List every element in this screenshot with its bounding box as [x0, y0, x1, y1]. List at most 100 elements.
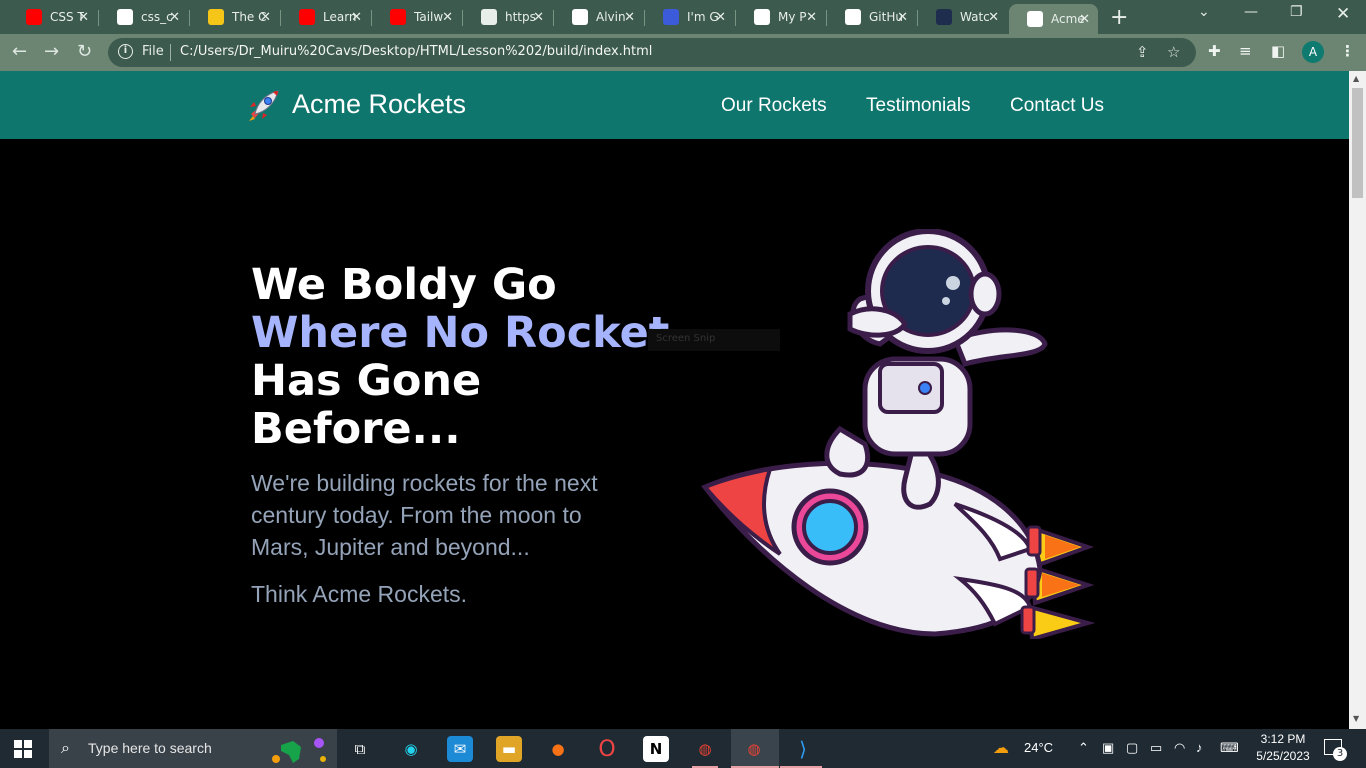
youtube-icon	[299, 9, 315, 25]
close-tab-icon[interactable]: ✕	[351, 10, 362, 25]
github-icon	[845, 9, 861, 25]
notification-count-badge: 3	[1333, 747, 1347, 761]
close-tab-icon[interactable]: ✕	[897, 10, 908, 25]
nav-contact-us[interactable]: Contact Us	[1010, 95, 1104, 117]
close-window-button[interactable]: ✕	[1336, 4, 1350, 24]
browser-toolbar: ← → ↻ i File C:/Users/Dr_Muiru%20Cavs/De…	[0, 34, 1366, 71]
hero-title-line3: Has Gone	[251, 356, 482, 406]
scrollbar-thumb[interactable]	[1352, 88, 1363, 198]
close-tab-icon[interactable]: ✕	[988, 10, 999, 25]
notion-app-icon[interactable]: N	[643, 736, 669, 762]
chatgpt-icon	[481, 9, 497, 25]
system-clock[interactable]: 3:12 PM 5/25/2023	[1255, 731, 1311, 765]
meet-now-icon[interactable]: ▣	[1102, 740, 1114, 756]
restore-button[interactable]: ❐	[1290, 4, 1303, 20]
display-icon[interactable]: ▢	[1126, 740, 1138, 756]
browser-tab[interactable]: The C ✕	[190, 4, 279, 30]
file-explorer-icon[interactable]: ▬	[496, 736, 522, 762]
youtube-icon	[26, 9, 42, 25]
hero-tagline: Think Acme Rockets.	[251, 581, 468, 607]
close-tab-icon[interactable]: ✕	[260, 10, 271, 25]
omnibox-divider	[170, 44, 171, 61]
close-tab-icon[interactable]: ✕	[624, 10, 635, 25]
browser-menu-icon[interactable]: ⋮	[1340, 42, 1355, 60]
side-panel-icon[interactable]: ◧	[1271, 42, 1285, 60]
github-icon	[117, 9, 133, 25]
close-tab-icon[interactable]: ✕	[1079, 12, 1090, 27]
share-icon[interactable]: ⇪	[1136, 43, 1149, 61]
new-tab-button[interactable]: +	[1110, 5, 1128, 30]
tab-search-icon[interactable]: ⌄	[1198, 4, 1210, 20]
reload-button[interactable]: ↻	[77, 41, 92, 62]
scheme-label: File	[142, 44, 164, 59]
astronaut-on-rocket-illustration	[701, 229, 1095, 639]
vscode-app-icon[interactable]: ⟩	[790, 736, 816, 762]
rocket-icon	[1027, 11, 1043, 27]
back-button[interactable]: ←	[12, 41, 27, 62]
browser-tab[interactable]: Watc ✕	[918, 4, 1007, 30]
browser-tab[interactable]: Acme ✕	[1009, 4, 1098, 34]
browser-tab[interactable]: I'm G ✕	[645, 4, 734, 30]
start-button[interactable]	[14, 740, 32, 758]
search-highlight-icon	[272, 738, 326, 763]
edge-app-icon[interactable]: ◉	[398, 736, 424, 762]
close-tab-icon[interactable]: ✕	[442, 10, 453, 25]
nav-our-rockets[interactable]: Our Rockets	[721, 95, 827, 117]
site-icon	[936, 9, 952, 25]
page-viewport: Acme Rockets Our Rockets Testimonials Co…	[0, 71, 1349, 729]
volume-icon[interactable]: ♪	[1196, 740, 1203, 755]
scroll-down-arrow-icon[interactable]: ▼	[1353, 714, 1359, 723]
mail-app-icon[interactable]: ✉	[447, 736, 473, 762]
hero-title-accent: Where No Rocket	[251, 308, 670, 358]
url-text[interactable]: C:/Users/Dr_Muiru%20Cavs/Desktop/HTML/Le…	[180, 44, 652, 59]
profile-avatar[interactable]: A	[1302, 41, 1324, 63]
show-hidden-icons-icon[interactable]: ⌃	[1078, 740, 1089, 756]
opera-app-icon[interactable]: O	[594, 736, 620, 762]
hero-description: We're building rockets for the next cent…	[251, 470, 598, 560]
chrome-app-icon[interactable]: ◍	[692, 736, 718, 762]
browser-tab[interactable]: My P ✕	[736, 4, 825, 30]
close-tab-icon[interactable]: ✕	[78, 10, 89, 25]
minimize-button[interactable]: —	[1244, 4, 1258, 20]
rocket-logo-icon[interactable]	[245, 88, 281, 124]
taskbar-search-box[interactable]: ⌕ Type here to search	[49, 729, 337, 768]
close-tab-icon[interactable]: ✕	[806, 10, 817, 25]
browser-tab[interactable]: GitHu ✕	[827, 4, 916, 30]
keyboard-icon[interactable]: ⌨	[1220, 740, 1239, 756]
media-control-icon[interactable]: ≡	[1239, 42, 1252, 60]
browser-tab[interactable]: Learn ✕	[281, 4, 370, 30]
weather-temperature[interactable]: 24°C	[1024, 740, 1053, 755]
browser-tab[interactable]: CSS T ✕	[8, 4, 97, 30]
battery-icon[interactable]: ▭	[1150, 740, 1162, 756]
firefox-app-icon[interactable]: ●	[545, 736, 571, 762]
close-tab-icon[interactable]: ✕	[169, 10, 180, 25]
wifi-icon[interactable]: ◠	[1174, 740, 1185, 756]
nav-testimonials[interactable]: Testimonials	[866, 95, 971, 117]
address-bar[interactable]: i File C:/Users/Dr_Muiru%20Cavs/Desktop/…	[108, 38, 1196, 67]
site-info-icon[interactable]: i	[118, 44, 133, 59]
hero-title-line1: We Boldy Go	[251, 260, 557, 310]
close-tab-icon[interactable]: ✕	[715, 10, 726, 25]
search-icon: ⌕	[61, 738, 70, 757]
forward-button[interactable]: →	[44, 41, 59, 62]
task-view-icon[interactable]: ⧉	[347, 736, 373, 762]
extensions-icon[interactable]: ✚	[1208, 42, 1221, 60]
browser-tab[interactable]: https ✕	[463, 4, 552, 30]
scroll-up-arrow-icon[interactable]: ▲	[1353, 74, 1359, 83]
site-icon	[663, 9, 679, 25]
brand-name[interactable]: Acme Rockets	[292, 89, 466, 120]
chrome-profile-app-icon[interactable]: ◍	[741, 736, 767, 762]
browser-tab[interactable]: Alvin ✕	[554, 4, 643, 30]
search-placeholder: Type here to search	[88, 740, 212, 756]
youtube-icon	[390, 9, 406, 25]
windows-taskbar: ⌕ Type here to search ⧉ ◉ ✉ ▬ ● O N ◍ ◍ …	[0, 729, 1366, 768]
hero-title: We Boldy Go Where No Rocket Has Gone Bef…	[251, 261, 681, 453]
page-scrollbar[interactable]: ▲ ▼	[1349, 71, 1366, 729]
browser-tab[interactable]: css_c ✕	[99, 4, 188, 30]
browser-tab[interactable]: Tailw ✕	[372, 4, 461, 30]
bookmark-star-icon[interactable]: ☆	[1167, 43, 1180, 61]
close-tab-icon[interactable]: ✕	[533, 10, 544, 25]
browser-tab-strip: CSS T ✕ css_c ✕ The C ✕ Learn ✕ Tailw ✕ https ✕ Alvi…	[0, 0, 1366, 34]
weather-icon[interactable]: ☁	[993, 738, 1009, 758]
hero-title-line4: Before...	[251, 404, 461, 454]
